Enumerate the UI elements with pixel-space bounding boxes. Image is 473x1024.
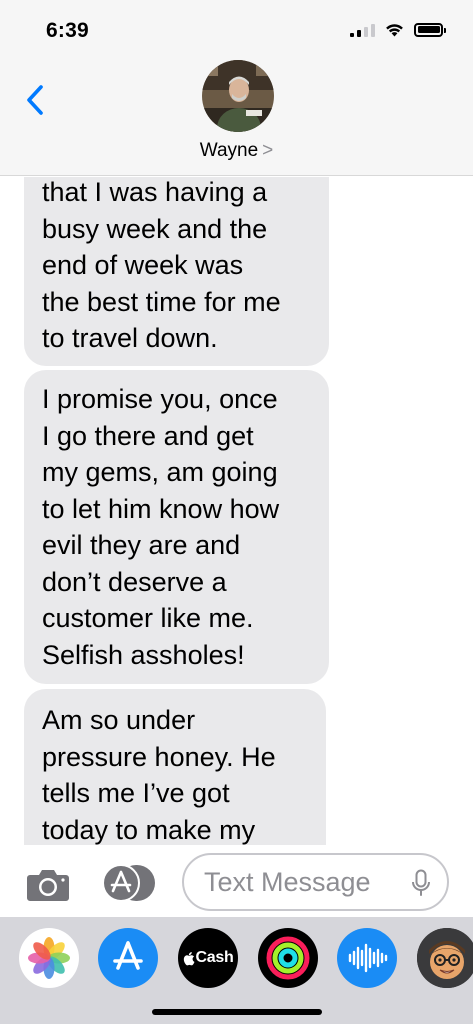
- photos-app-icon[interactable]: [19, 928, 79, 988]
- received-message-bubble[interactable]: that I was having a busy week and the en…: [24, 177, 329, 366]
- microphone-icon[interactable]: [411, 869, 431, 897]
- app-store-app-icon[interactable]: [98, 928, 158, 988]
- apps-button[interactable]: [102, 864, 156, 902]
- activity-app-icon[interactable]: [258, 928, 318, 988]
- message-thread[interactable]: that I was having a busy week and the en…: [0, 177, 473, 845]
- contact-chevron: >: [262, 140, 274, 161]
- audio-message-app-icon[interactable]: [337, 928, 397, 988]
- cellular-signal-icon: [350, 23, 375, 37]
- apple-logo-icon: [183, 951, 195, 965]
- apple-cash-app-icon[interactable]: Cash: [178, 928, 238, 988]
- camera-icon: [27, 870, 69, 901]
- status-icons: [350, 22, 446, 37]
- cash-label: Cash: [195, 949, 234, 966]
- contact-photo: [202, 60, 274, 132]
- received-message-bubble[interactable]: Am so under pressure honey. He tells me …: [24, 689, 326, 845]
- status-bar: 6:39: [0, 0, 473, 60]
- contact-name: Wayne: [199, 140, 259, 161]
- message-text-field[interactable]: [182, 853, 449, 911]
- received-message-bubble[interactable]: I promise you, once I go there and get m…: [24, 370, 329, 684]
- contact-name-button[interactable]: Wayne >: [0, 140, 473, 162]
- wifi-icon: [386, 24, 403, 37]
- imessage-app-drawer: Cash: [0, 917, 473, 1024]
- battery-level: [417, 26, 440, 33]
- message-input[interactable]: [204, 866, 394, 898]
- message-input-bar: [0, 845, 473, 917]
- chevron-left-icon: [27, 85, 43, 115]
- app-store-icon: [102, 864, 155, 902]
- conversation-header: 6:39 Wayne >: [0, 0, 473, 176]
- contact-avatar[interactable]: [202, 60, 274, 132]
- home-indicator[interactable]: [152, 1009, 322, 1015]
- camera-button[interactable]: [26, 866, 70, 902]
- back-button[interactable]: [20, 80, 50, 120]
- status-time: 6:39: [46, 19, 89, 42]
- battery-icon: [414, 22, 446, 37]
- memoji-app-icon[interactable]: [417, 928, 473, 988]
